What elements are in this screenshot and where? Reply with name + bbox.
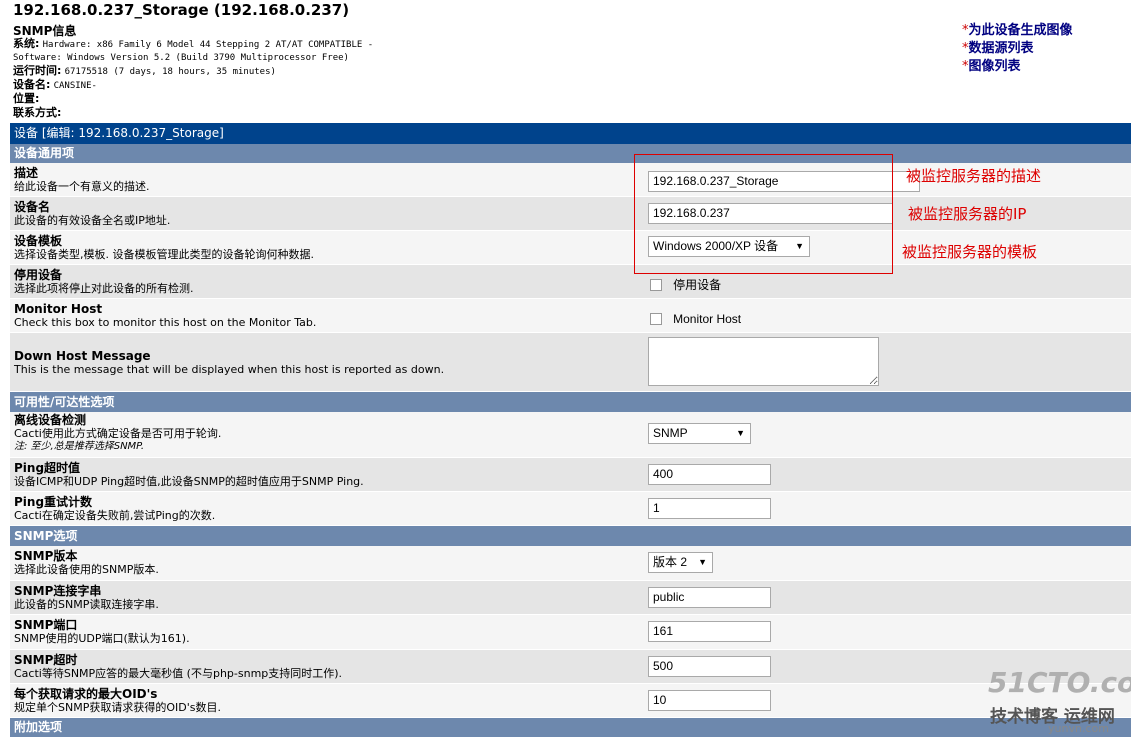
disable-checkbox-label[interactable]: 停用设备 bbox=[673, 278, 721, 292]
watermark-site: 51CTO.com bbox=[988, 666, 1131, 699]
field-desc: 选择此项将停止对此设备的所有检测. bbox=[14, 282, 194, 295]
snmp-community-input[interactable] bbox=[648, 586, 771, 608]
annotation-description: 被监控服务器的描述 bbox=[906, 167, 1042, 185]
section-general: 设备通用项 bbox=[10, 144, 1131, 163]
field-desc: 设备ICMP和UDP Ping超时值,此设备SNMP的超时值应用于SNMP Pi… bbox=[14, 475, 364, 488]
hostname-line: 设备名: CANSINE- bbox=[13, 78, 97, 93]
hostname-label: 设备名: bbox=[13, 78, 51, 91]
field-desc: 给此设备一个有意义的描述. bbox=[14, 180, 150, 193]
field-name: 每个获取请求的最大OID's bbox=[14, 687, 158, 701]
data-source-list-link[interactable]: *数据源列表 bbox=[962, 40, 1073, 58]
dropdown-arrow-icon: ▼ bbox=[698, 557, 707, 567]
field-name: 停用设备 bbox=[14, 268, 63, 282]
field-desc: 此设备的SNMP读取连接字串. bbox=[14, 598, 159, 611]
field-note: 注: 至少,总是推荐选择SNMP. bbox=[14, 441, 145, 452]
field-desc: 规定单个SNMP获取请求获得的OID's数目. bbox=[14, 701, 221, 714]
field-name: SNMP超时 bbox=[14, 653, 78, 667]
field-name: SNMP连接字串 bbox=[14, 584, 102, 598]
hostname-value: CANSINE- bbox=[53, 81, 97, 91]
snmp-version-select[interactable]: 版本 2 ▼ bbox=[648, 552, 713, 573]
row-snmp-timeout: SNMP超时 Cacti等待SNMP应答的最大毫秒值 (不与php-snmp支持… bbox=[10, 650, 1131, 684]
contact-label: 联系方式: bbox=[13, 106, 62, 119]
watermark-url: yunvn.com bbox=[1048, 722, 1109, 735]
row-ping-retries: Ping重试计数 Cacti在确定设备失败前,尝试Ping的次数. bbox=[10, 492, 1131, 526]
dropdown-arrow-icon: ▼ bbox=[736, 428, 745, 438]
graph-list-link[interactable]: *图像列表 bbox=[962, 58, 1073, 76]
uptime-line: 运行时间: 67175518 (7 days, 18 hours, 35 min… bbox=[13, 64, 276, 79]
disable-checkbox[interactable] bbox=[650, 278, 662, 291]
field-desc: Cacti使用此方式确定设备是否可用于轮询. bbox=[14, 427, 222, 440]
row-snmp-community: SNMP连接字串 此设备的SNMP读取连接字串. bbox=[10, 581, 1131, 615]
field-name: 描述 bbox=[14, 166, 39, 180]
field-desc: SNMP使用的UDP端口(默认为161). bbox=[14, 632, 190, 645]
field-name: 设备名 bbox=[14, 200, 51, 214]
field-name: 离线设备检测 bbox=[14, 413, 87, 427]
ping-timeout-input[interactable] bbox=[648, 463, 771, 485]
row-ping-timeout: Ping超时值 设备ICMP和UDP Ping超时值,此设备SNMP的超时值应用… bbox=[10, 458, 1131, 492]
snmp-port-input[interactable] bbox=[648, 620, 771, 642]
field-desc: 此设备的有效设备全名或IP地址. bbox=[14, 214, 171, 227]
monitor-host-checkbox-label[interactable]: Monitor Host bbox=[673, 312, 741, 326]
row-disable: 停用设备 选择此项将停止对此设备的所有检测. 停用设备 bbox=[10, 265, 1131, 299]
page-title: 192.168.0.237_Storage (192.168.0.237) bbox=[13, 1, 350, 19]
row-down-message: Down Host Message This is the message th… bbox=[10, 333, 1131, 392]
software-value: Software: Windows Version 5.2 (Build 379… bbox=[13, 53, 349, 63]
field-name: SNMP端口 bbox=[14, 618, 78, 632]
row-max-oids: 每个获取请求的最大OID's 规定单个SNMP获取请求获得的OID's数目. bbox=[10, 684, 1131, 718]
field-name: Ping超时值 bbox=[14, 461, 81, 475]
row-monitor-host: Monitor Host Check this box to monitor t… bbox=[10, 299, 1131, 333]
section-availability: 可用性/可达性选项 bbox=[10, 392, 1131, 412]
field-name: Monitor Host bbox=[14, 302, 103, 316]
annotation-template: 被监控服务器的模板 bbox=[902, 243, 1038, 261]
max-oids-input[interactable] bbox=[648, 689, 771, 711]
system-value: Hardware: x86 Family 6 Model 44 Stepping… bbox=[42, 40, 374, 50]
system-line: 系统: Hardware: x86 Family 6 Model 44 Step… bbox=[13, 37, 373, 52]
annotation-ip: 被监控服务器的IP bbox=[908, 205, 1027, 223]
ping-retries-input[interactable] bbox=[648, 497, 771, 519]
section-snmp: SNMP选项 bbox=[10, 526, 1131, 546]
site-watermark: 51CTO.com 技术博客 运维网 yunvn.com bbox=[988, 666, 1131, 735]
snmp-timeout-input[interactable] bbox=[648, 655, 771, 677]
form-title: 设备 bbox=[14, 126, 39, 140]
row-snmp-version: SNMP版本 选择此设备使用的SNMP版本. 版本 2 ▼ bbox=[10, 546, 1131, 581]
downed-detection-select[interactable]: SNMP ▼ bbox=[648, 423, 751, 444]
field-name: Ping重试计数 bbox=[14, 495, 93, 509]
field-desc: 选择此设备使用的SNMP版本. bbox=[14, 563, 159, 576]
system-label: 系统: bbox=[13, 37, 40, 50]
location-label: 位置: bbox=[13, 92, 40, 105]
field-name: Down Host Message bbox=[14, 349, 151, 363]
field-name: SNMP版本 bbox=[14, 549, 78, 563]
field-desc: 选择设备类型,模板. 设备模板管理此类型的设备轮询何种数据. bbox=[14, 248, 314, 261]
form-title-sub: [编辑: 192.168.0.237_Storage] bbox=[41, 126, 224, 140]
field-desc: This is the message that will be display… bbox=[14, 363, 445, 376]
field-name: 设备模板 bbox=[14, 234, 63, 248]
uptime-value: 67175518 (7 days, 18 hours, 35 minutes) bbox=[64, 67, 276, 77]
form-title-bar: 设备 [编辑: 192.168.0.237_Storage] bbox=[10, 123, 1131, 144]
monitor-host-checkbox[interactable] bbox=[650, 312, 662, 325]
contact-line: 联系方式: bbox=[13, 106, 61, 120]
uptime-label: 运行时间: bbox=[13, 64, 62, 77]
annotation-highlight-box bbox=[634, 154, 893, 274]
field-desc: Check this box to monitor this host on t… bbox=[14, 316, 317, 329]
field-desc: Cacti等待SNMP应答的最大毫秒值 (不与php-snmp支持同时工作). bbox=[14, 667, 343, 680]
section-additional: 附加选项 bbox=[10, 718, 1131, 737]
location-line: 位置: bbox=[13, 92, 39, 106]
row-downed-detection: 离线设备检测 Cacti使用此方式确定设备是否可用于轮询. 注: 至少,总是推荐… bbox=[10, 412, 1131, 458]
device-header: 192.168.0.237_Storage (192.168.0.237) SN… bbox=[0, 0, 1131, 123]
create-graphs-link[interactable]: *为此设备生成图像 bbox=[962, 22, 1073, 40]
device-links: *为此设备生成图像 *数据源列表 *图像列表 bbox=[962, 22, 1073, 76]
down-message-textarea[interactable] bbox=[648, 337, 879, 386]
field-desc: Cacti在确定设备失败前,尝试Ping的次数. bbox=[14, 509, 216, 522]
software-line: Software: Windows Version 5.2 (Build 379… bbox=[13, 51, 349, 65]
row-snmp-port: SNMP端口 SNMP使用的UDP端口(默认为161). bbox=[10, 615, 1131, 650]
